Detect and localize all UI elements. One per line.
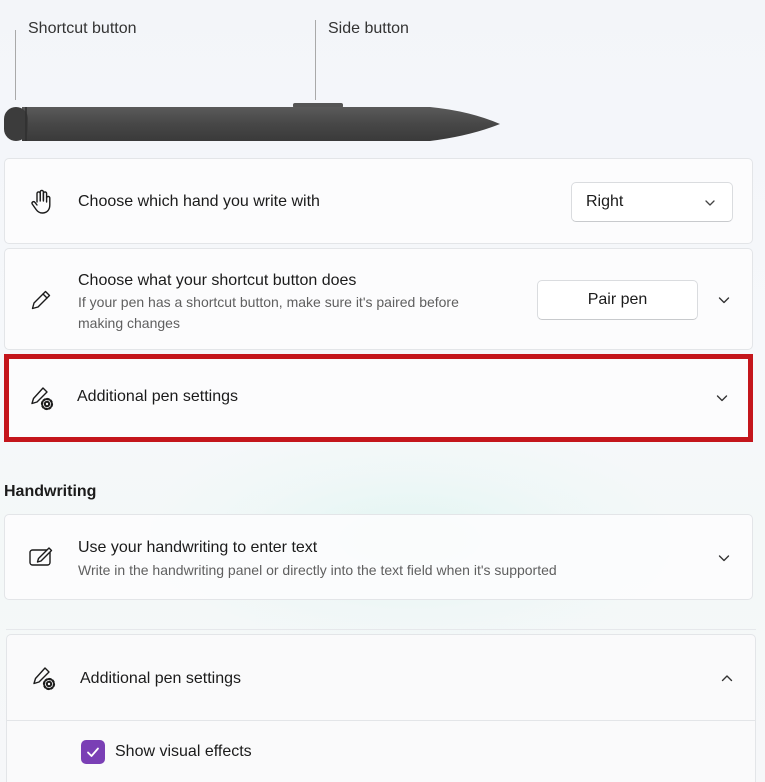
- shortcut-pointer-line: [15, 30, 16, 100]
- handwriting-setting-card[interactable]: Use your handwriting to enter text Write…: [4, 514, 753, 600]
- pen-gear-icon: [29, 664, 57, 692]
- hand-select-value: Right: [586, 193, 624, 210]
- side-pointer-line: [315, 20, 316, 100]
- chevron-down-icon[interactable]: [716, 550, 732, 566]
- show-visual-effects-label[interactable]: Show visual effects: [115, 743, 252, 761]
- expanded-panel-divider: [7, 720, 755, 721]
- handwriting-heading: Handwriting: [4, 483, 97, 500]
- hand-select[interactable]: Right: [571, 182, 733, 222]
- pair-pen-button[interactable]: Pair pen: [537, 280, 698, 320]
- additional-pen-settings-expanded: Additional pen settings Show visual effe…: [6, 634, 756, 782]
- checkmark-icon: [87, 747, 99, 757]
- chevron-down-icon[interactable]: [716, 292, 732, 308]
- panel-separator: [6, 629, 756, 630]
- shortcut-setting-title: Choose what your shortcut button does: [78, 272, 357, 289]
- additional-pen-settings-card[interactable]: Additional pen settings: [4, 354, 753, 442]
- chevron-down-icon: [705, 200, 715, 206]
- hand-setting-card: Choose which hand you write with Right: [4, 158, 753, 244]
- shortcut-setting-card[interactable]: Choose what your shortcut button does If…: [4, 248, 753, 350]
- additional-pen-settings-title: Additional pen settings: [77, 388, 238, 405]
- handwriting-icon: [27, 543, 55, 571]
- additional-pen-settings-header[interactable]: Additional pen settings: [7, 635, 755, 720]
- shortcut-setting-subtitle-1: If your pen has a shortcut button, make …: [78, 294, 459, 310]
- shortcut-button-label: Shortcut button: [28, 20, 137, 37]
- expanded-panel-title: Additional pen settings: [80, 670, 241, 687]
- side-button-label: Side button: [328, 20, 409, 37]
- shortcut-setting-subtitle-2: making changes: [78, 315, 180, 331]
- show-visual-effects-checkbox[interactable]: [81, 740, 105, 764]
- hand-setting-title: Choose which hand you write with: [78, 193, 320, 210]
- pen-illustration: [4, 103, 500, 141]
- pen-gear-icon: [27, 384, 55, 412]
- pen-icon: [27, 286, 55, 314]
- chevron-up-icon[interactable]: [719, 670, 735, 686]
- hand-icon: [27, 188, 55, 216]
- handwriting-setting-title: Use your handwriting to enter text: [78, 539, 318, 556]
- handwriting-setting-subtitle: Write in the handwriting panel or direct…: [78, 562, 557, 578]
- chevron-down-icon[interactable]: [714, 390, 730, 406]
